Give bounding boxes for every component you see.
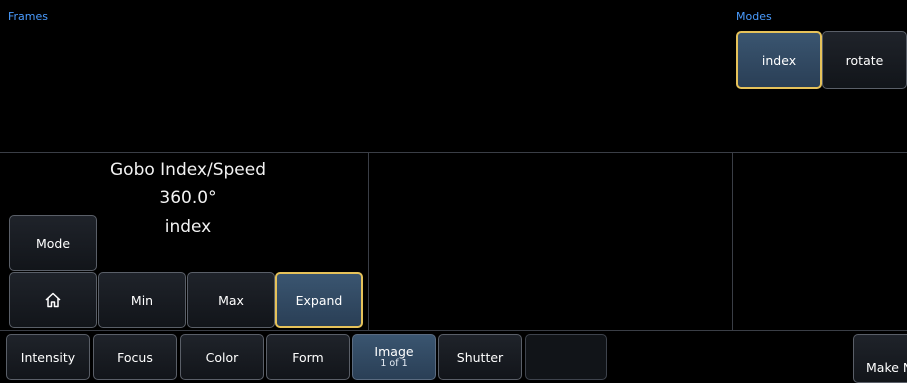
- tab-image-page: 1 of 1: [380, 358, 408, 369]
- encoder-top-divider: [0, 152, 907, 153]
- tab-color[interactable]: Color: [180, 334, 264, 380]
- frame-panel-divider-left: [368, 152, 369, 330]
- tab-form[interactable]: Form: [266, 334, 350, 380]
- tab-empty[interactable]: [525, 334, 607, 380]
- encoder-title: Gobo Index/Speed: [110, 160, 266, 180]
- encoder-mode-value: index: [164, 217, 212, 237]
- tab-focus-label: Focus: [117, 349, 153, 365]
- tab-shutter[interactable]: Shutter: [438, 334, 522, 380]
- make-button[interactable]: Make N: [853, 334, 907, 383]
- min-button[interactable]: Min: [98, 272, 186, 328]
- tab-form-label: Form: [292, 349, 324, 365]
- home-button[interactable]: [9, 272, 97, 328]
- mode-rotate-label: rotate: [845, 52, 884, 68]
- tab-intensity-label: Intensity: [20, 349, 76, 365]
- frame-panel-divider-right: [732, 152, 733, 330]
- encoder-bottom-divider: [0, 330, 907, 331]
- mode-rotate-button[interactable]: rotate: [822, 31, 907, 89]
- mode-index-button[interactable]: index: [736, 31, 822, 89]
- mode-button[interactable]: Mode: [9, 215, 97, 271]
- min-label: Min: [130, 292, 154, 308]
- max-button[interactable]: Max: [187, 272, 275, 328]
- tab-focus[interactable]: Focus: [93, 334, 177, 380]
- frames-label: Frames: [8, 10, 49, 23]
- tab-image-label: Image: [374, 344, 414, 359]
- make-label: Make N: [866, 360, 907, 375]
- tab-shutter-label: Shutter: [456, 349, 504, 365]
- tab-color-label: Color: [205, 349, 239, 365]
- tab-image[interactable]: Image 1 of 1: [352, 334, 436, 380]
- expand-label: Expand: [295, 292, 343, 308]
- max-label: Max: [218, 292, 244, 308]
- mode-button-label: Mode: [35, 235, 71, 251]
- home-icon: [45, 292, 61, 308]
- tab-intensity[interactable]: Intensity: [6, 334, 90, 380]
- mode-index-label: index: [761, 52, 797, 68]
- modes-label: Modes: [736, 10, 772, 23]
- encoder-value: 360.0°: [159, 188, 217, 208]
- expand-button[interactable]: Expand: [275, 272, 363, 328]
